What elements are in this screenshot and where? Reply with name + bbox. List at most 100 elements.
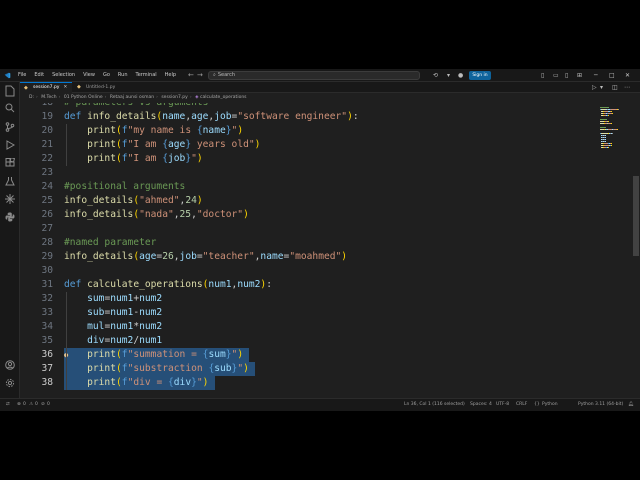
toggle-secondary-sidebar-icon[interactable]: ▯	[565, 71, 568, 80]
testing-icon[interactable]	[4, 176, 16, 188]
python-interpreter[interactable]: Python 3.11 (64-bit)	[578, 399, 623, 411]
breadcrumb-item[interactable]: M.Tech	[41, 95, 56, 100]
encoding[interactable]: UTF-8	[496, 399, 509, 411]
line-number: 22	[41, 153, 53, 164]
code-token: years old"	[191, 139, 255, 150]
minimap-mark	[612, 133, 613, 134]
code-line[interactable]: 26 info_details("nada",25,"doctor")	[20, 208, 598, 222]
code-line[interactable]: 19 def info_details(name,age,job="softwar…	[20, 110, 598, 124]
line-ending[interactable]: CRLF	[516, 399, 527, 411]
minimap-mark	[608, 147, 609, 148]
run-python-icon[interactable]: ▷	[592, 82, 597, 93]
remote-icon[interactable]	[4, 194, 16, 206]
menu-file[interactable]: File	[18, 69, 26, 82]
source-control-icon[interactable]	[4, 122, 16, 134]
code-line[interactable]: 30	[20, 264, 598, 278]
editor-scrollbar[interactable]	[632, 103, 640, 398]
code-line[interactable]: 29 info_details(age=26,job="teacher",name…	[20, 250, 598, 264]
breadcrumb-item[interactable]: session7.py	[161, 95, 187, 100]
command-center-search[interactable]: ⌕ Search	[208, 71, 420, 80]
line-number: 20	[41, 125, 53, 136]
toggle-panel-icon[interactable]: ▭	[553, 71, 559, 80]
code-line[interactable]: 28 #named parameter	[20, 236, 598, 250]
sign-in-button[interactable]: Sign in	[469, 71, 491, 80]
indentation[interactable]: Spaces: 4	[470, 399, 492, 411]
ports-icon[interactable]: ⊘	[41, 399, 45, 411]
errors-count[interactable]: 0	[23, 399, 26, 411]
menu-go[interactable]: Go	[103, 69, 110, 82]
minimize-icon[interactable]: ─	[594, 70, 598, 81]
minimap-mark	[610, 143, 612, 144]
minimap[interactable]	[598, 103, 632, 398]
code-line[interactable]: 38 print(f"div = {div}")	[20, 376, 598, 390]
split-editor-icon[interactable]: ◫	[612, 82, 618, 93]
cursor-position[interactable]: Ln 36, Col 1 (116 selected)	[404, 399, 465, 411]
code-token: :	[266, 279, 272, 290]
maximize-icon[interactable]: □	[609, 70, 615, 81]
warnings-icon[interactable]: ⚠	[29, 399, 33, 411]
code-token: age	[139, 251, 157, 262]
notifications-bell-icon[interactable]: 🔔︎	[628, 399, 634, 411]
menu-selection[interactable]: Selection	[52, 69, 75, 82]
more-actions-icon[interactable]: ⋯	[624, 82, 630, 93]
forward-arrow-icon[interactable]: →	[197, 71, 203, 80]
language-mode[interactable]: Python	[542, 399, 558, 411]
code-line[interactable]: 20 print(f"my name is {name}")	[20, 124, 598, 138]
code-line[interactable]: 21 print(f"I am {age} years old")	[20, 138, 598, 152]
account-circle-icon[interactable]: ●	[458, 71, 463, 80]
account-icon[interactable]	[4, 360, 16, 372]
search-icon[interactable]	[4, 103, 16, 115]
code-line[interactable]: 34 mul=num1*num2	[20, 320, 598, 334]
warnings-count[interactable]: 0	[35, 399, 38, 411]
code-line[interactable]: 33 sub=num1-num2	[20, 306, 598, 320]
menu-edit[interactable]: Edit	[34, 69, 44, 82]
code-line[interactable]: 37 print(f"substraction {sub}")	[20, 362, 598, 376]
toggle-sidebar-icon[interactable]: ▯	[541, 71, 544, 80]
info-count[interactable]: 0	[47, 399, 50, 411]
breadcrumb-item[interactable]: calculate_operations	[200, 95, 247, 100]
tab-untitled-1[interactable]: ◆ Untitled-1.py	[73, 82, 136, 93]
code-line[interactable]: 36 print(f"summation = {sum}")	[20, 348, 598, 362]
code-token: mul	[87, 321, 105, 332]
minimap-mark	[604, 137, 606, 138]
search-icon: ⌕	[213, 72, 216, 78]
breadcrumb-item[interactable]: D:	[29, 95, 34, 100]
settings-icon[interactable]	[4, 378, 16, 390]
code-token: "ahmed"	[139, 195, 180, 206]
back-arrow-icon[interactable]: ←	[188, 71, 194, 80]
explorer-icon[interactable]	[4, 85, 16, 97]
menu-run[interactable]: Run	[118, 69, 128, 82]
menu-view[interactable]: View	[83, 69, 95, 82]
run-dropdown-icon[interactable]: ▾	[600, 82, 603, 93]
menu-help[interactable]: Help	[165, 69, 176, 82]
code-line[interactable]: 23	[20, 166, 598, 180]
close-tab-icon[interactable]: ✕	[63, 85, 67, 90]
code-line[interactable]: 18 # parameters vs arguments	[20, 103, 598, 110]
errors-icon[interactable]: ⊗	[17, 399, 21, 411]
copilot-icon[interactable]: ⟲	[433, 71, 438, 80]
customize-layout-icon[interactable]: ⊞	[577, 71, 582, 80]
remote-indicator-icon[interactable]: ⇄	[6, 399, 10, 411]
code-line[interactable]: 31 def calculate_operations(num1,num2):	[20, 278, 598, 292]
run-debug-icon[interactable]	[4, 140, 16, 152]
code-line[interactable]: 24 #positional arguments	[20, 180, 598, 194]
extensions-icon[interactable]	[4, 157, 16, 170]
close-window-icon[interactable]: ✕	[625, 70, 630, 81]
code-line[interactable]: 25 info_details("ahmed",24)	[20, 194, 598, 208]
scrollbar-thumb[interactable]	[633, 176, 639, 256]
tab-label: session7.py	[33, 85, 60, 90]
code-line[interactable]: 32 sum=num1+num2	[20, 292, 598, 306]
dropdown-chevron-icon[interactable]: ▾	[447, 71, 450, 80]
tab-session7[interactable]: ◆ session7.py ✕	[20, 82, 72, 93]
code-editor[interactable]: 18 # parameters vs arguments 19 def info_de…	[20, 103, 598, 398]
code-line[interactable]: 22 print(f"I am {job}")	[20, 152, 598, 166]
code-token: job	[179, 251, 197, 262]
code-line[interactable]: 35 div=num2/num1	[20, 334, 598, 348]
breadcrumb-item[interactable]: Retaaj aunsi osman	[110, 95, 154, 100]
menu-terminal[interactable]: Terminal	[136, 69, 157, 82]
breadcrumb-item[interactable]: 01 Python Online	[64, 95, 103, 100]
python-icon[interactable]	[4, 212, 16, 224]
code-line[interactable]: 27	[20, 222, 598, 236]
